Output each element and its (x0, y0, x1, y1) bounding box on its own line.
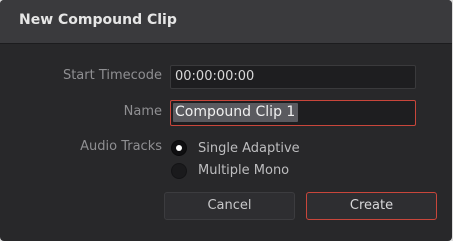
cancel-button[interactable]: Cancel (164, 192, 295, 220)
radio-selected-dot-icon (176, 145, 182, 151)
start-timecode-field[interactable]: 00:00:00:00 (170, 65, 416, 89)
name-value-selected: Compound Clip 1 (173, 103, 299, 122)
single-adaptive-label[interactable]: Single Adaptive (198, 141, 300, 156)
dialog-titlebar: New Compound Clip (0, 0, 452, 44)
start-timecode-value: 00:00:00:00 (175, 69, 255, 84)
audio-tracks-label: Audio Tracks (80, 139, 162, 154)
dialog-title: New Compound Clip (19, 12, 177, 28)
single-adaptive-radio[interactable] (171, 140, 187, 156)
create-button[interactable]: Create (306, 192, 437, 220)
new-compound-clip-dialog: New Compound Clip Start Timecode 00:00:0… (0, 0, 452, 241)
name-field[interactable]: Compound Clip 1 (170, 100, 416, 126)
multiple-mono-radio[interactable] (171, 163, 187, 179)
multiple-mono-label[interactable]: Multiple Mono (198, 163, 289, 178)
name-label: Name (123, 104, 162, 119)
start-timecode-label: Start Timecode (62, 68, 162, 83)
